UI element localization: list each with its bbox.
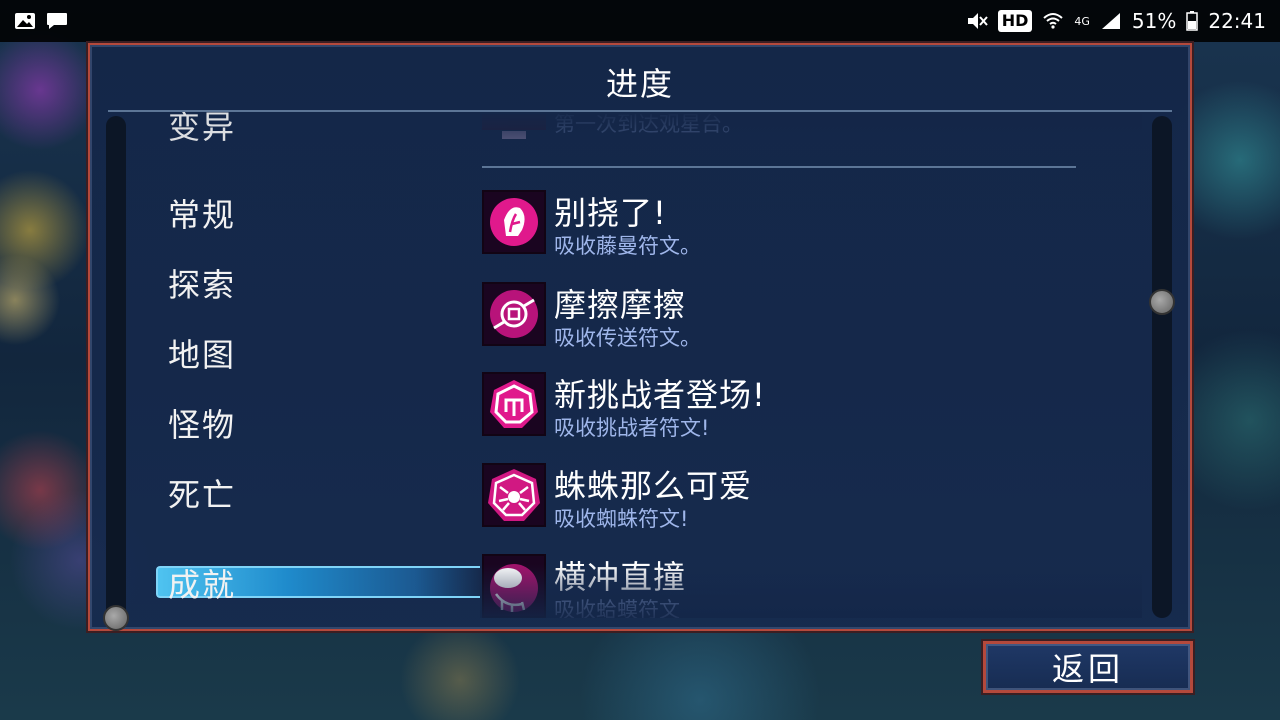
achievement-title: 蛛蛛那么可爱 — [554, 467, 753, 505]
observatory-icon — [482, 114, 546, 139]
achievement-desc: 吸收传送符文。 — [554, 326, 701, 350]
panel-title: 进度 — [605, 65, 674, 103]
spider-rune-icon — [482, 463, 546, 527]
list-divider — [482, 166, 1076, 168]
achievement-title: 新挑战者登场! — [554, 376, 766, 414]
signal-icon — [1101, 13, 1120, 29]
achievement-scroll-thumb[interactable] — [1149, 289, 1175, 315]
category-item-mutation[interactable]: 变异 — [150, 112, 480, 142]
gallery-icon — [15, 13, 35, 29]
achievement-item: 别挠了! 吸收藤曼符文。 — [482, 190, 1122, 260]
achievement-item: 横冲直撞 吸收蛤蟆符文 — [482, 554, 1122, 618]
category-scrollbar[interactable] — [106, 116, 126, 620]
mute-icon — [967, 13, 988, 29]
status-bar: HD 4G 51% 22:41 — [0, 0, 1280, 42]
achievement-desc: 第一次到达观星台。 — [554, 114, 743, 136]
hd-badge: HD — [997, 10, 1033, 32]
category-item-exploration[interactable]: 探索 — [168, 260, 236, 306]
category-item-monsters[interactable]: 怪物 — [168, 400, 236, 446]
achievement-desc: 吸收蜘蛛符文! — [554, 507, 689, 531]
back-button[interactable]: 返回 — [981, 639, 1195, 695]
achievement-item: 摩擦摩擦 吸收传送符文。 — [482, 282, 1122, 352]
category-scroll-thumb[interactable] — [103, 605, 129, 631]
battery-icon — [1186, 11, 1199, 31]
achievement-title: 横冲直撞 — [554, 558, 687, 596]
battery-percent: 51% — [1131, 9, 1177, 33]
achievement-desc: 吸收藤曼符文。 — [554, 234, 701, 258]
teleport-rune-icon — [482, 282, 546, 346]
achievement-item: 蛛蛛那么可爱 吸收蜘蛛符文! — [482, 463, 1122, 533]
achievement-title: 摩擦摩擦 — [554, 286, 687, 324]
achievement-item: 第一次到达观星台。 — [482, 114, 1122, 166]
message-icon — [47, 13, 67, 29]
achievement-scrollbar[interactable] — [1152, 116, 1172, 618]
achievement-item: 新挑战者登场! 吸收挑战者符文! — [482, 372, 1122, 442]
category-item-general[interactable]: 常规 — [168, 190, 236, 236]
category-label: 变异 — [168, 112, 237, 142]
category-item-death[interactable]: 死亡 — [168, 470, 236, 516]
network-type: 4G — [1074, 14, 1090, 28]
achievement-desc: 吸收蛤蟆符文 — [554, 598, 680, 618]
achievement-title: 别挠了! — [554, 194, 667, 232]
challenger-rune-icon — [482, 372, 546, 436]
achievement-desc: 吸收挑战者符文! — [554, 416, 710, 440]
achievement-list[interactable]: 第一次到达观星台。 别挠了! 吸收藤曼符文。 摩擦摩擦 吸收传送符文。 新挑战者… — [480, 114, 1142, 618]
clock: 22:41 — [1208, 9, 1266, 33]
category-item-map[interactable]: 地图 — [168, 330, 236, 376]
ram-rune-icon — [482, 554, 546, 618]
vine-rune-icon — [482, 190, 546, 254]
category-item-achievements[interactable]: 成就 — [168, 560, 236, 606]
wifi-icon — [1043, 13, 1064, 29]
